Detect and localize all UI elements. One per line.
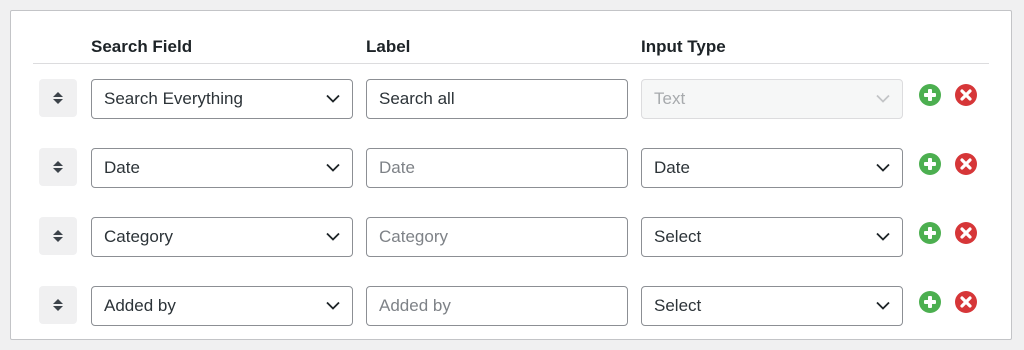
input-type-value: Select — [654, 296, 702, 315]
chevron-down-icon — [876, 301, 890, 310]
x-circle-icon[interactable] — [955, 153, 977, 175]
label-value: Search all — [379, 89, 455, 108]
sort-handle-icon — [53, 230, 63, 242]
chevron-down-icon — [876, 163, 890, 172]
search-field-select[interactable]: Added by — [91, 286, 353, 326]
plus-circle-icon[interactable] — [919, 153, 941, 175]
search-field-value: Date — [104, 158, 140, 177]
search-field-value: Search Everything — [104, 89, 243, 108]
chevron-down-icon — [326, 232, 340, 241]
input-type-select[interactable]: Date — [641, 148, 903, 188]
label-value: Date — [379, 158, 415, 177]
input-type-select[interactable]: Select — [641, 217, 903, 257]
plus-circle-icon[interactable] — [919, 84, 941, 106]
input-type-value: Date — [654, 158, 690, 177]
drag-handle[interactable] — [39, 79, 77, 117]
label-input[interactable]: Added by — [366, 286, 628, 326]
label-input[interactable]: Category — [366, 217, 628, 257]
drag-handle[interactable] — [39, 286, 77, 324]
field-row: Date Date Date — [11, 148, 1011, 190]
label-input[interactable]: Date — [366, 148, 628, 188]
sort-handle-icon — [53, 92, 63, 104]
sort-handle-icon — [53, 299, 63, 311]
chevron-down-icon — [326, 301, 340, 310]
header-input-type: Input Type — [641, 37, 726, 56]
label-value: Added by — [379, 296, 451, 315]
search-field-select[interactable]: Category — [91, 217, 353, 257]
input-type-value: Select — [654, 227, 702, 246]
label-value: Category — [379, 227, 448, 246]
drag-handle[interactable] — [39, 148, 77, 186]
field-row: Category Category Select — [11, 217, 1011, 259]
field-row: Added by Added by Select — [11, 286, 1011, 328]
header-divider — [33, 63, 989, 64]
x-circle-icon[interactable] — [955, 222, 977, 244]
search-field-value: Category — [104, 227, 173, 246]
x-circle-icon[interactable] — [955, 291, 977, 313]
header-search-field: Search Field — [91, 37, 193, 56]
sort-handle-icon — [53, 161, 63, 173]
label-input[interactable]: Search all — [366, 79, 628, 119]
plus-circle-icon[interactable] — [919, 291, 941, 313]
input-type-value: Text — [654, 89, 686, 108]
search-field-select[interactable]: Date — [91, 148, 353, 188]
field-row: Search Everything Search all Text — [11, 79, 1011, 121]
chevron-down-icon — [876, 94, 890, 103]
chevron-down-icon — [876, 232, 890, 241]
chevron-down-icon — [326, 163, 340, 172]
header-label: Label — [366, 37, 411, 56]
input-type-select[interactable]: Select — [641, 286, 903, 326]
x-circle-icon[interactable] — [955, 84, 977, 106]
chevron-down-icon — [326, 94, 340, 103]
search-field-value: Added by — [104, 296, 176, 315]
input-type-select: Text — [641, 79, 903, 119]
drag-handle[interactable] — [39, 217, 77, 255]
search-field-select[interactable]: Search Everything — [91, 79, 353, 119]
search-fields-panel: Search Field Label Input Type Search Eve… — [10, 10, 1012, 340]
plus-circle-icon[interactable] — [919, 222, 941, 244]
